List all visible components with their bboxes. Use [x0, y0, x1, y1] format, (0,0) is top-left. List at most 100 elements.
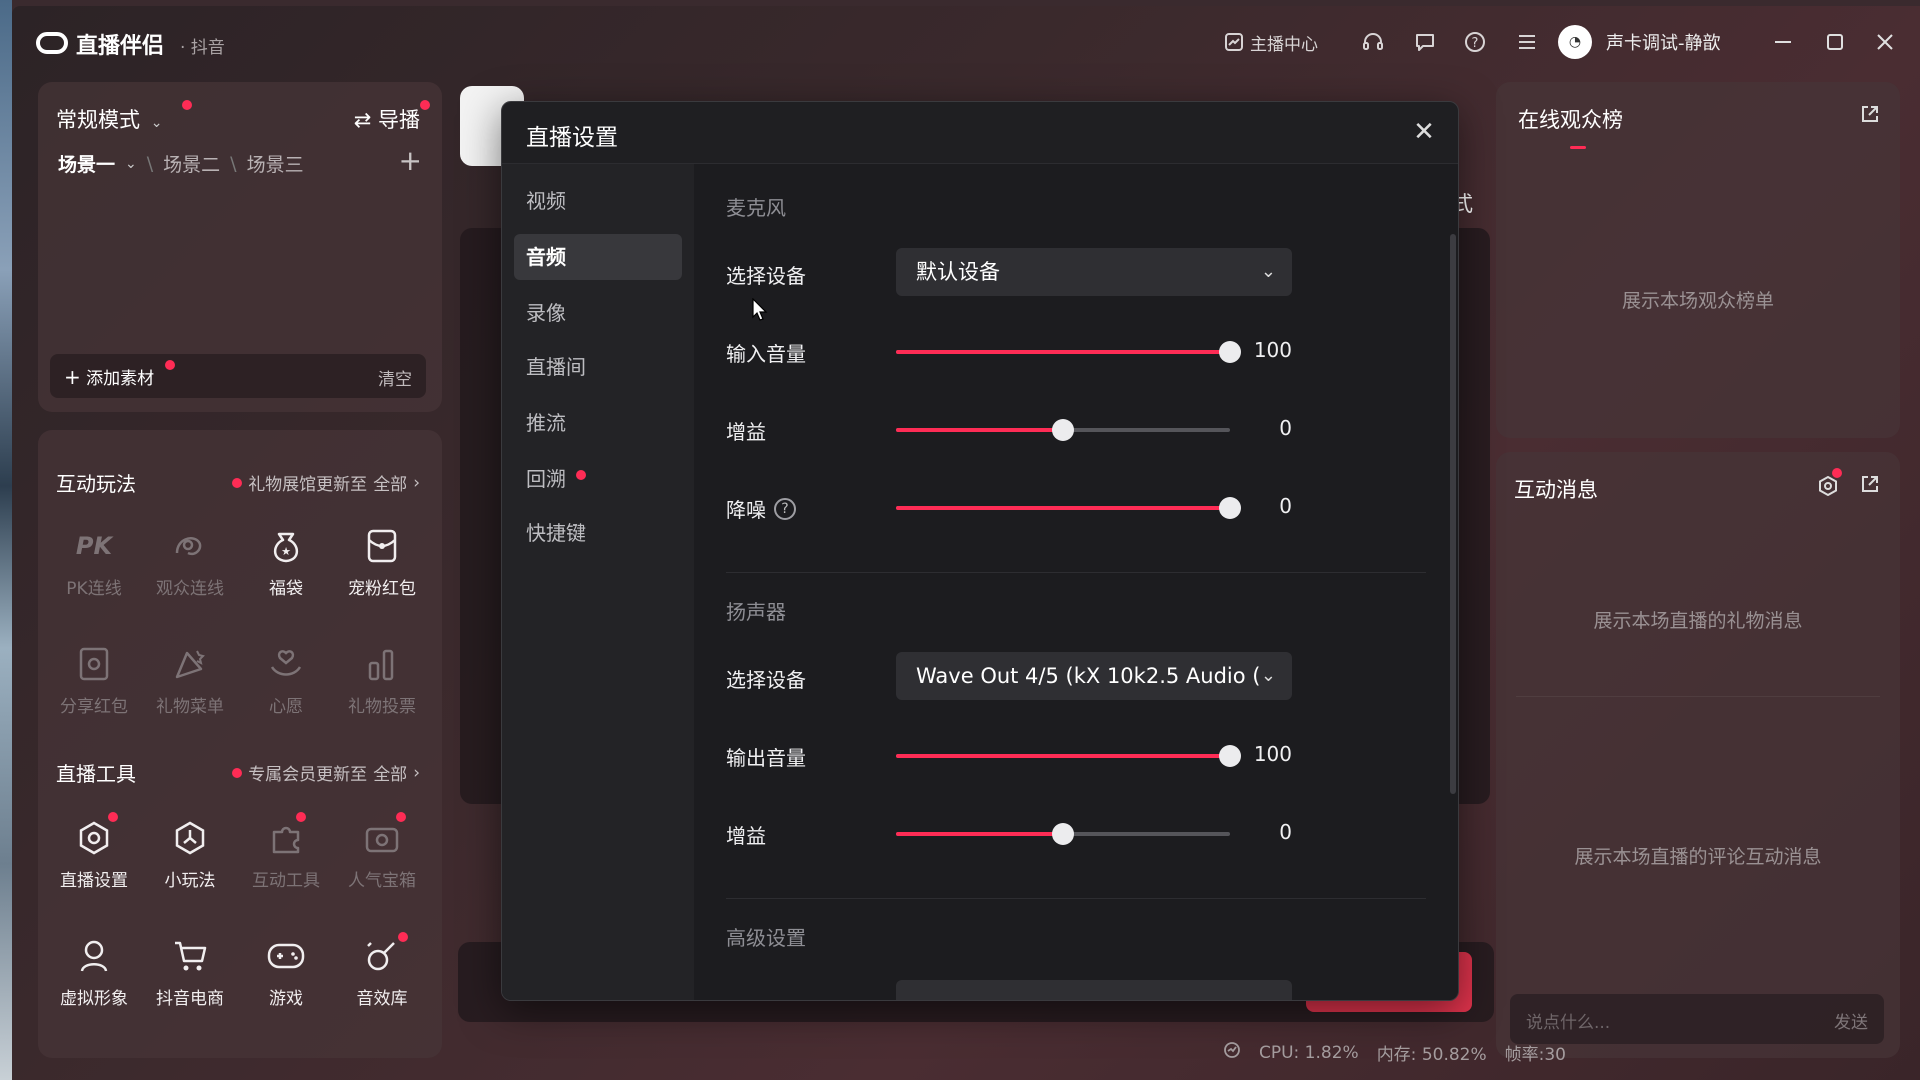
add-scene-icon[interactable]: + [399, 144, 422, 177]
scrollbar[interactable] [1450, 234, 1456, 794]
wish-item[interactable]: 心愿 [238, 644, 334, 717]
tools-title: 直播工具 [56, 762, 136, 786]
send-button[interactable]: 发送 [1834, 1008, 1868, 1033]
tab-scene-3[interactable]: 场景三 [247, 150, 304, 177]
noise-reduction-slider[interactable] [896, 497, 1241, 519]
nav-video[interactable]: 视频 [514, 178, 682, 224]
item-label: 直播设置 [60, 871, 128, 891]
tools-update-link[interactable]: 专属会员更新至 全部 › [232, 760, 420, 785]
lucky-bag-item[interactable]: ★ 福袋 [238, 526, 334, 599]
game-item[interactable]: 游戏 [238, 936, 334, 1009]
guide-button[interactable]: ⇄ 导播 [354, 104, 420, 134]
mini-game-item[interactable]: 小玩法 [142, 818, 238, 891]
notification-dot [1832, 468, 1842, 478]
slider-knob[interactable] [1052, 823, 1074, 845]
share-packet-icon [74, 644, 114, 684]
red-packet-item[interactable]: 宠粉红包 [334, 526, 430, 599]
user-profile[interactable]: ◔ 声卡调试-静歆 [1558, 6, 1721, 78]
mini-game-icon [170, 818, 210, 858]
nav-replay[interactable]: 回溯 [514, 456, 682, 502]
trend-icon [1225, 33, 1243, 51]
item-label: 分享红包 [60, 697, 128, 717]
noise-reduction-label: 降噪 ? [726, 494, 796, 523]
separator: \ [230, 152, 237, 175]
slider-fill [896, 428, 1063, 432]
slider-knob[interactable] [1052, 419, 1074, 441]
popularity-box-icon [362, 818, 402, 858]
chevron-down-icon: ⌄ [1260, 665, 1276, 686]
popularity-box-item[interactable]: 人气宝箱 [334, 812, 430, 891]
notification-dot [108, 812, 118, 822]
minimize-icon[interactable] [1768, 27, 1798, 57]
mic-gain-label: 增益 [726, 420, 766, 444]
nav-stream[interactable]: 推流 [514, 400, 682, 446]
notification-dot [398, 932, 408, 942]
item-label: 人气宝箱 [348, 871, 416, 891]
memory-usage: 内存: 50.82% [1376, 1045, 1487, 1065]
interactive-update-link[interactable]: 礼物展馆更新至 全部 › [232, 470, 420, 495]
item-label: 互动工具 [252, 871, 320, 891]
tab-scene-2[interactable]: 场景二 [163, 150, 220, 177]
close-window-icon[interactable] [1870, 27, 1900, 57]
app-name: 直播伴侣 [76, 34, 165, 59]
frame-rate: 帧率:30 [1504, 1045, 1566, 1065]
output-volume-value: 100 [1253, 742, 1292, 766]
notification-dot [232, 767, 243, 778]
maximize-icon[interactable] [1820, 27, 1850, 57]
clear-button[interactable]: 清空 [378, 365, 412, 390]
speaker-device-label: 选择设备 [726, 668, 806, 692]
headset-icon[interactable] [1358, 27, 1388, 57]
nav-shortcuts[interactable]: 快捷键 [514, 510, 682, 556]
gift-vote-item[interactable]: 礼物投票 [334, 644, 430, 717]
close-icon[interactable]: ✕ [1408, 116, 1440, 148]
menu-icon[interactable] [1512, 27, 1542, 57]
avatar-figure-item[interactable]: 虚拟形象 [46, 936, 142, 1009]
mic-gain-slider[interactable] [896, 419, 1230, 441]
live-settings-item[interactable]: 直播设置 [46, 812, 142, 891]
settings-gear-icon[interactable] [1818, 475, 1838, 500]
divider [726, 898, 1426, 899]
advanced-select[interactable] [896, 980, 1292, 1000]
output-volume-slider[interactable] [896, 745, 1241, 767]
popout-icon[interactable] [1860, 104, 1880, 128]
mode-selector[interactable]: 常规模式 ⌄ [56, 104, 162, 134]
live-settings-dialog: 直播设置 ✕ 视频 音频 录像 直播间 推流 回溯 快捷键 麦克风 选择设备 默… [501, 101, 1459, 1001]
mic-device-select[interactable]: 默认设备 ⌄ [896, 248, 1292, 296]
item-label: 心愿 [269, 697, 303, 717]
speaker-gain-slider[interactable] [896, 823, 1230, 845]
chat-input[interactable]: 说点什么... 发送 [1510, 994, 1884, 1044]
chevron-down-icon: ⌄ [125, 155, 137, 172]
popout-icon[interactable] [1860, 474, 1880, 498]
sound-lib-item[interactable]: 音效库 [334, 932, 430, 1009]
item-label: 小玩法 [164, 871, 216, 891]
item-label: 观众连线 [156, 579, 224, 599]
item-label: 礼物菜单 [156, 697, 224, 717]
comment-messages-placeholder: 展示本场直播的评论互动消息 [1574, 846, 1822, 868]
avatar-figure-icon [74, 936, 114, 976]
nav-audio[interactable]: 音频 [514, 234, 682, 280]
pk-link-item[interactable]: PK PK连线 [46, 526, 142, 599]
anchor-center-button[interactable]: 主播中心 [1224, 6, 1318, 78]
tab-scene-1[interactable]: 场景一 [58, 150, 115, 177]
shop-item[interactable]: 抖音电商 [142, 936, 238, 1009]
help-icon[interactable]: ? [774, 497, 796, 520]
slider-fill [896, 350, 1230, 354]
interact-tool-item[interactable]: 互动工具 [238, 812, 334, 891]
nav-record[interactable]: 录像 [514, 290, 682, 336]
audience-link-item[interactable]: 观众连线 [142, 526, 238, 599]
title-bar: 直播伴侣 · 抖音 主播中心 ? ◔ 声卡调试-静歆 [12, 6, 1920, 78]
help-icon[interactable]: ? [1460, 27, 1490, 57]
gift-vote-icon [362, 644, 402, 684]
shop-cart-icon [170, 936, 210, 976]
speaker-device-select[interactable]: Wave Out 4/5 (kX 10k2.5 Audio ( ⌄ [896, 652, 1292, 700]
item-label: 抖音电商 [156, 989, 224, 1009]
gift-menu-item[interactable]: 礼物菜单 [142, 644, 238, 717]
item-label: 游戏 [269, 989, 303, 1009]
wish-icon [266, 644, 306, 684]
chat-bubble-icon[interactable] [1410, 27, 1440, 57]
nav-live-room[interactable]: 直播间 [514, 344, 682, 390]
add-material-button[interactable]: + 添加素材 [64, 364, 154, 389]
audience-link-icon [170, 526, 210, 566]
input-volume-slider[interactable] [896, 341, 1241, 363]
share-packet-item[interactable]: 分享红包 [46, 644, 142, 717]
